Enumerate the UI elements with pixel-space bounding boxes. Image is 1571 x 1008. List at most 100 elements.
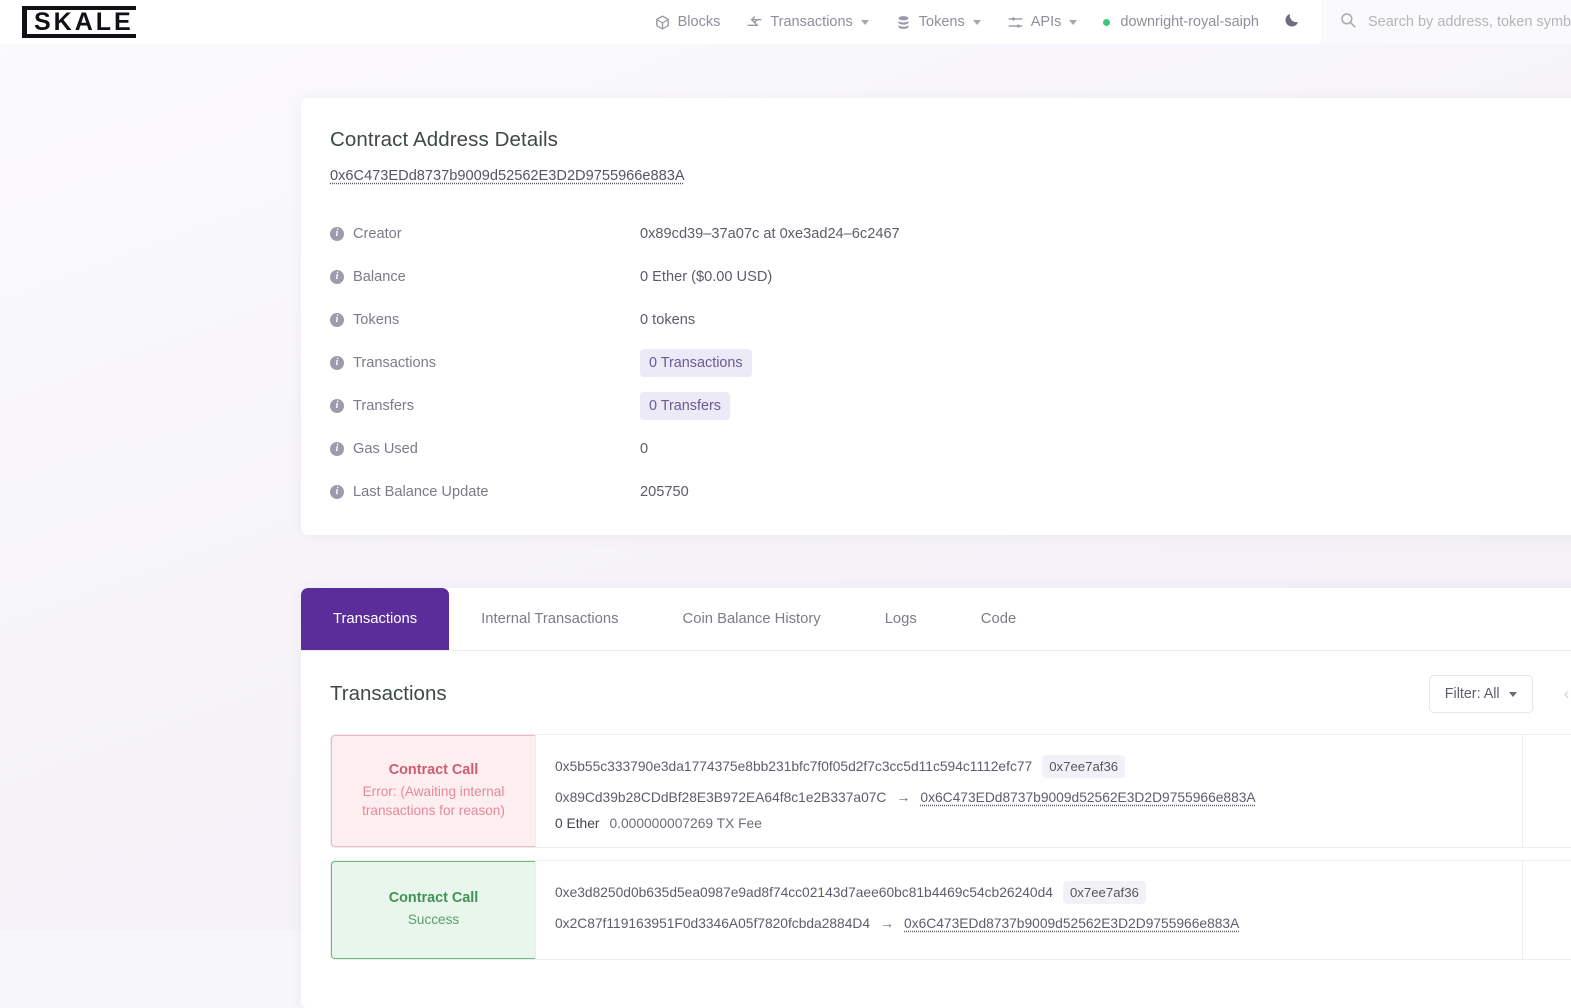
detail-label-text: Tokens [353, 312, 399, 328]
tab-coin-balance-history[interactable]: Coin Balance History [651, 588, 853, 650]
to-address[interactable]: 0x6C473EDd8737b9009d52562E3D2D9755966e88… [920, 790, 1255, 805]
method-id-chip: 0x7ee7af36 [1063, 881, 1146, 904]
transaction-value-line: 0 Ether 0.000000007269 TX Fee [555, 816, 1504, 831]
detail-value-creator[interactable]: 0x89cd39–37a07c at 0xe3ad24–6c2467 [640, 226, 900, 242]
network-status-dot [1103, 19, 1110, 26]
detail-label: i Creator [330, 226, 640, 242]
transaction-hash-line: 0xe3d8250d0b635d5ea0987e9ad8f74cc02143d7… [555, 881, 1504, 904]
transaction-fee: 0.000000007269 TX Fee [609, 816, 761, 831]
cube-icon [654, 14, 671, 31]
chevron-down-icon [1069, 20, 1077, 25]
tab-bar: Transactions Internal Transactions Coin … [301, 588, 1571, 651]
sliders-icon [1007, 14, 1024, 31]
transactions-arrow-icon [746, 14, 763, 31]
skale-logo: SKALE [22, 6, 136, 38]
detail-label: i Last Balance Update [330, 484, 640, 500]
nav-links: Blocks Transactions Tokens APIs downrigh… [654, 14, 1259, 31]
table-row[interactable]: Contract Call Success 0xe3d8250d0b635d5e… [330, 860, 1571, 960]
transaction-body: 0x5b55c333790e3da1774375e8bb231bfc7f0f05… [535, 735, 1522, 847]
nav-label-tokens: Tokens [919, 14, 965, 30]
top-navbar: SKALE Blocks Transactions Tokens APIs do… [0, 0, 1571, 44]
transaction-list: Contract Call Error: (Awaiting internal … [301, 713, 1571, 960]
details-rows: i Creator 0x89cd39–37a07c at 0xe3ad24–6c… [330, 212, 1571, 513]
arrow-right-icon: → [880, 915, 894, 931]
theme-toggle-button[interactable] [1283, 11, 1301, 34]
tab-logs[interactable]: Logs [853, 588, 949, 650]
method-id-chip: 0x7ee7af36 [1042, 755, 1125, 778]
info-icon: i [330, 399, 344, 413]
transactions-controls: Filter: All ‹ Page 1 › [1429, 675, 1571, 713]
transaction-kind: Contract Call [389, 762, 479, 778]
detail-label: i Gas Used [330, 441, 640, 457]
tab-label: Internal Transactions [481, 611, 618, 627]
transaction-body: 0xe3d8250d0b635d5ea0987e9ad8f74cc02143d7… [535, 861, 1522, 959]
chevron-down-icon [1509, 692, 1517, 697]
tab-code[interactable]: Code [949, 588, 1048, 650]
detail-label-text: Transfers [353, 398, 414, 414]
from-address[interactable]: 0x89Cd39b28CDdBf28E3B972EA64f8c1e2B337a0… [555, 790, 886, 805]
transaction-hash-link[interactable]: 0xe3d8250d0b635d5ea0987e9ad8f74cc02143d7… [555, 885, 1053, 900]
chevron-down-icon [973, 20, 981, 25]
to-address[interactable]: 0x6C473EDd8737b9009d52562E3D2D9755966e88… [904, 916, 1239, 931]
info-icon: i [330, 356, 344, 370]
detail-value-transfers: 0 Transfers [640, 392, 730, 420]
detail-value-last-balance-update[interactable]: 205750 [640, 484, 689, 500]
transaction-hash-line: 0x5b55c333790e3da1774375e8bb231bfc7f0f05… [555, 755, 1504, 778]
detail-label: i Transactions [330, 355, 640, 371]
info-icon: i [330, 313, 344, 327]
coins-icon [895, 14, 912, 31]
info-icon: i [330, 485, 344, 499]
transaction-status-text: Error: (Awaiting internal transactions f… [348, 783, 519, 820]
contract-address-link[interactable]: 0x6C473EDd8737b9009d52562E3D2D9755966e88… [330, 168, 685, 184]
detail-row-last-balance-update: i Last Balance Update 205750 [330, 470, 1571, 513]
nav-label-blocks: Blocks [678, 14, 721, 30]
from-address[interactable]: 0x2C87f119163951F0d3346A05f7820fcbda2884… [555, 916, 870, 931]
transactions-header: Transactions Filter: All ‹ Page 1 › [301, 651, 1571, 713]
network-selector[interactable]: downright-royal-saiph [1103, 14, 1259, 30]
transaction-addresses-line: 0x2C87f119163951F0d3346A05f7820fcbda2884… [555, 915, 1504, 931]
transactions-card: Transactions Internal Transactions Coin … [301, 588, 1571, 1008]
detail-label-text: Balance [353, 269, 406, 285]
filter-dropdown-button[interactable]: Filter: All [1429, 675, 1533, 713]
prev-page-button[interactable]: ‹ [1553, 680, 1571, 708]
detail-value-transactions: 0 Transactions [640, 349, 752, 377]
detail-label: i Tokens [330, 312, 640, 328]
transaction-meta: Block #205750 an hour ago IN [1522, 735, 1571, 847]
nav-label-apis: APIs [1031, 14, 1062, 30]
transaction-hash-link[interactable]: 0x5b55c333790e3da1774375e8bb231bfc7f0f05… [555, 759, 1032, 774]
transaction-kind: Contract Call [389, 890, 479, 906]
transfers-count-badge[interactable]: 0 Transfers [640, 392, 730, 420]
moon-icon [1283, 11, 1301, 34]
tab-internal-transactions[interactable]: Internal Transactions [449, 588, 650, 650]
transactions-count-badge[interactable]: 0 Transactions [640, 349, 752, 377]
detail-value-gas-used: 0 [640, 441, 648, 457]
value-amount: 0 Ether [555, 816, 599, 831]
network-name: downright-royal-saiph [1120, 14, 1259, 30]
tab-label: Code [981, 611, 1016, 627]
transaction-meta: Block #205728 an hour ago [1522, 861, 1571, 959]
page-title: Contract Address Details [330, 128, 1571, 152]
transaction-status-box: Contract Call Success [331, 861, 535, 959]
nav-item-tokens[interactable]: Tokens [895, 14, 981, 31]
pagination: ‹ Page 1 › [1553, 680, 1571, 708]
detail-label: i Balance [330, 269, 640, 285]
filter-label: Filter: All [1445, 686, 1500, 702]
table-row[interactable]: Contract Call Error: (Awaiting internal … [330, 734, 1571, 848]
nav-item-transactions[interactable]: Transactions [746, 14, 868, 31]
contract-address-details-card: Contract Address Details 0x6C473EDd8737b… [301, 98, 1571, 535]
brand-logo-link[interactable]: SKALE [22, 6, 136, 38]
transaction-status-box: Contract Call Error: (Awaiting internal … [331, 735, 535, 847]
search-input[interactable] [1368, 14, 1571, 30]
search-container[interactable] [1321, 0, 1571, 44]
nav-item-blocks[interactable]: Blocks [654, 14, 721, 31]
transaction-status-text: Success [408, 911, 459, 929]
detail-label-text: Transactions [353, 355, 436, 371]
search-icon [1339, 11, 1357, 34]
detail-label-text: Gas Used [353, 441, 418, 457]
transaction-addresses-line: 0x89Cd39b28CDdBf28E3B972EA64f8c1e2B337a0… [555, 789, 1504, 805]
tab-transactions[interactable]: Transactions [301, 588, 449, 650]
chevron-down-icon [861, 20, 869, 25]
detail-row-transactions: i Transactions 0 Transactions [330, 341, 1571, 384]
info-icon: i [330, 442, 344, 456]
nav-item-apis[interactable]: APIs [1007, 14, 1078, 31]
